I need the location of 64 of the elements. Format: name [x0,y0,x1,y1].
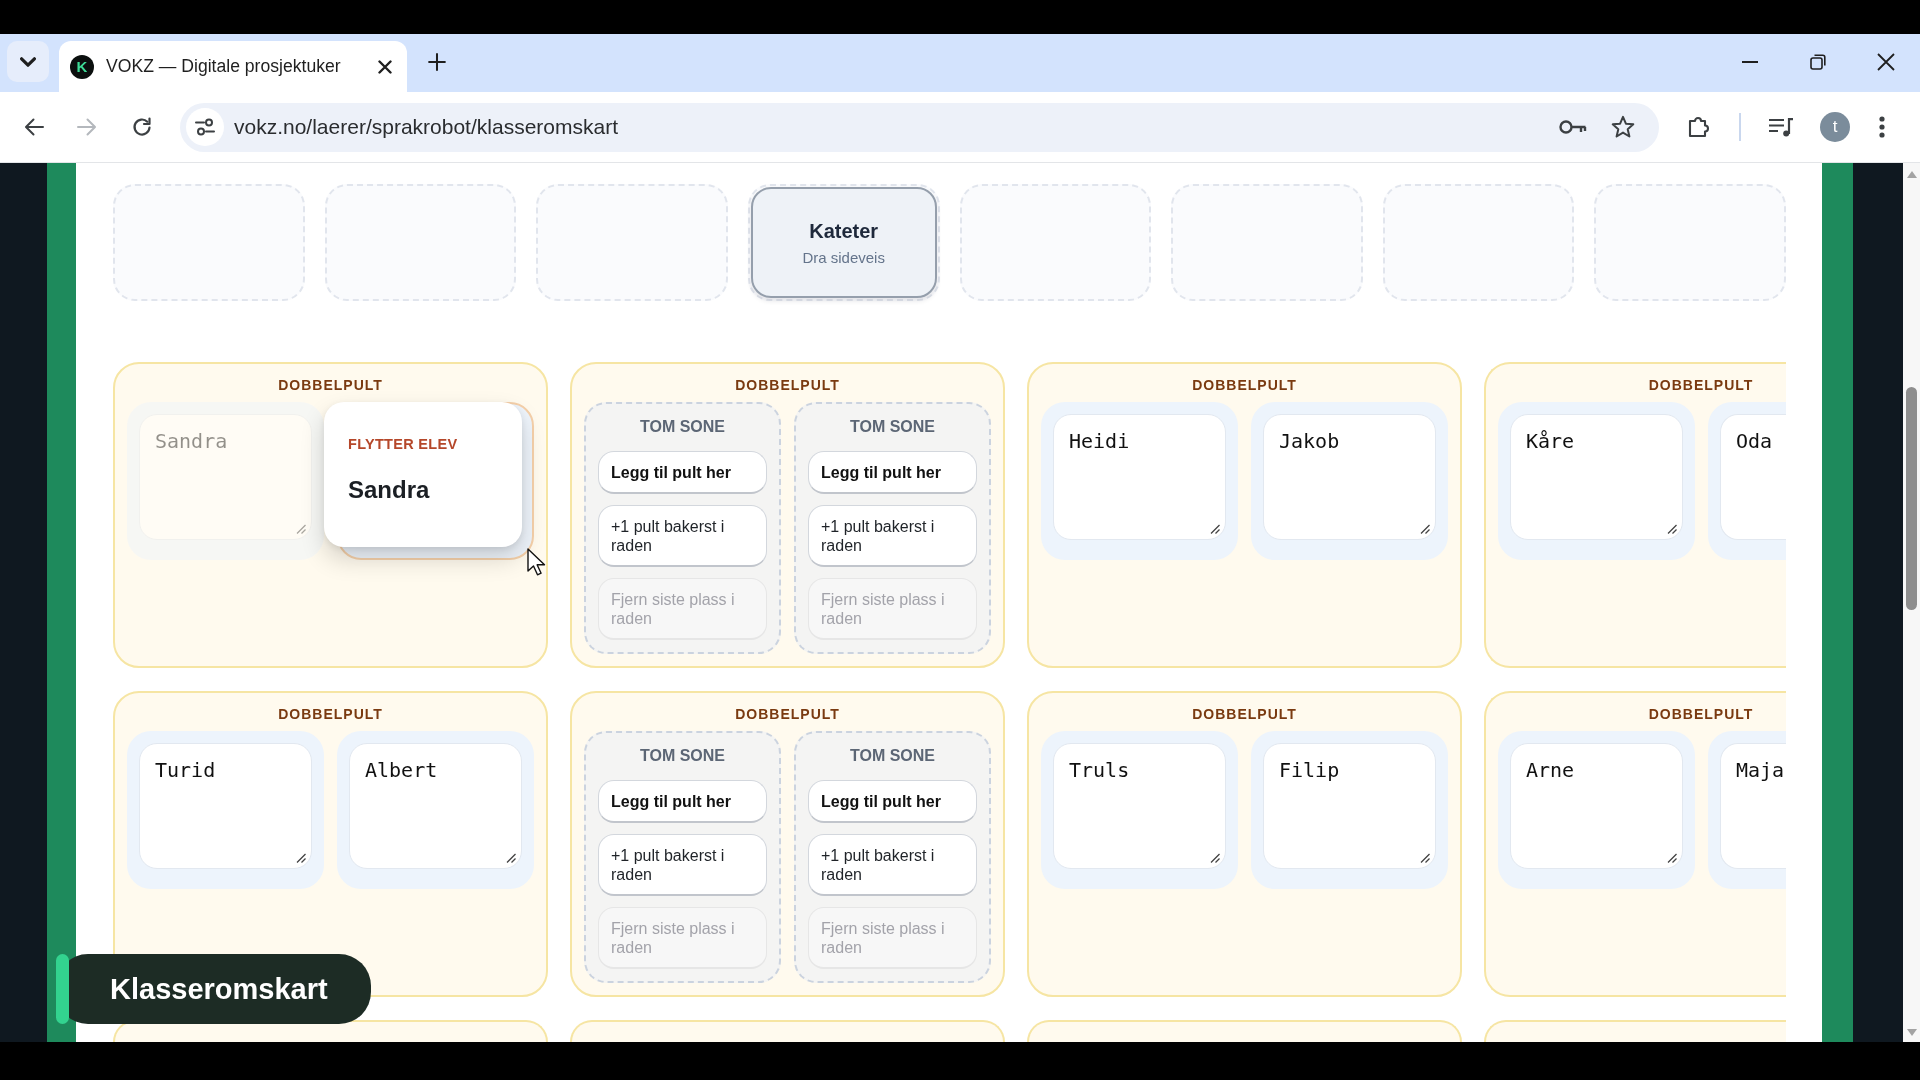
desk-label: DOBBELPULT [1192,706,1297,722]
browser-tab[interactable]: K VOKZ — Digitale prosjektuker [59,41,407,92]
star-icon[interactable] [1611,115,1635,139]
zone-title: TOM SONE [848,746,936,766]
zone-action-button[interactable]: +1 pult bakerst i raden [808,834,977,896]
pointer-cursor-icon [527,548,546,576]
close-icon[interactable] [378,59,392,74]
resize-grip-icon[interactable] [1210,853,1220,863]
zone-action-button[interactable]: Legg til pult her [808,780,977,823]
tab-search-button[interactable] [7,41,49,82]
zone-title: TOM SONE [638,417,726,437]
scrollbar-thumb[interactable] [1906,387,1917,610]
desk-label: DOBBELPULT [735,377,840,393]
resize-grip-icon[interactable] [1420,524,1430,534]
close-icon[interactable] [1877,53,1895,71]
plus-icon[interactable] [428,53,446,71]
site-favicon: K [70,54,94,79]
student-name-field[interactable]: Truls [1053,743,1226,869]
resize-grip-icon[interactable] [506,853,516,863]
zone-title: TOM SONE [638,746,726,766]
section-title-banner: Klasseromskart [56,954,371,1024]
site-settings-icon[interactable] [186,108,224,146]
desk-label: DOBBELPULT [735,706,840,722]
key-icon[interactable] [1559,119,1587,135]
student-name-field[interactable]: Filip [1263,743,1436,869]
resize-grip-icon[interactable] [1667,853,1677,863]
zone-action-button[interactable]: Legg til pult her [598,780,767,823]
dragged-student-name: Sandra [348,476,430,504]
puzzle-piece-icon[interactable] [1687,115,1711,139]
reload-icon[interactable] [132,117,152,137]
resize-grip-icon[interactable] [1210,524,1220,534]
zone-action-button[interactable]: Legg til pult her [598,451,767,494]
teacher-desk-card[interactable]: Kateter Dra sideveis [750,187,937,298]
back-arrow-icon[interactable] [24,118,44,136]
drag-preview-card[interactable]: FLYTTER ELEV Sandra [324,402,522,547]
drag-caption: FLYTTER ELEV [348,435,458,454]
drag-hint: Dra sideveis [802,248,885,266]
address-bar[interactable]: vokz.no/laerer/sprakrobot/klasseromskart [180,102,1659,152]
zone-action-button[interactable]: +1 pult bakerst i raden [598,834,767,896]
playlist-music-icon[interactable] [1768,117,1794,137]
student-name-field[interactable]: Oda [1720,414,1786,540]
desk-label: DOBBELPULT [278,706,383,722]
zone-action-button[interactable]: +1 pult bakerst i raden [808,505,977,567]
student-name-field[interactable]: Kåre [1510,414,1683,540]
zone-action-button[interactable]: +1 pult bakerst i raden [598,505,767,567]
student-name-field[interactable]: Maja [1720,743,1786,869]
student-name-field[interactable]: Albert [349,743,522,869]
teacher-desk-title: Kateter [809,219,879,243]
student-name-field[interactable]: Arne [1510,743,1683,869]
desk-label: DOBBELPULT [1192,377,1297,393]
chevron-down-icon [20,56,36,67]
zone-action-button[interactable]: Legg til pult her [808,451,977,494]
desk-label: DOBBELPULT [1648,377,1754,393]
student-name-field[interactable]: Turid [139,743,312,869]
more-menu-icon[interactable] [1879,116,1885,138]
restore-icon[interactable] [1810,54,1826,70]
desk-label: DOBBELPULT [278,377,383,393]
student-name-field[interactable]: Heidi [1053,414,1226,540]
resize-grip-icon[interactable] [296,853,306,863]
zone-title: TOM SONE [848,417,936,437]
desk-label: DOBBELPULT [1648,706,1754,722]
resize-grip-icon[interactable] [1420,853,1430,863]
student-name-field[interactable]: Jakob [1263,414,1436,540]
resize-grip-icon[interactable] [1667,524,1677,534]
